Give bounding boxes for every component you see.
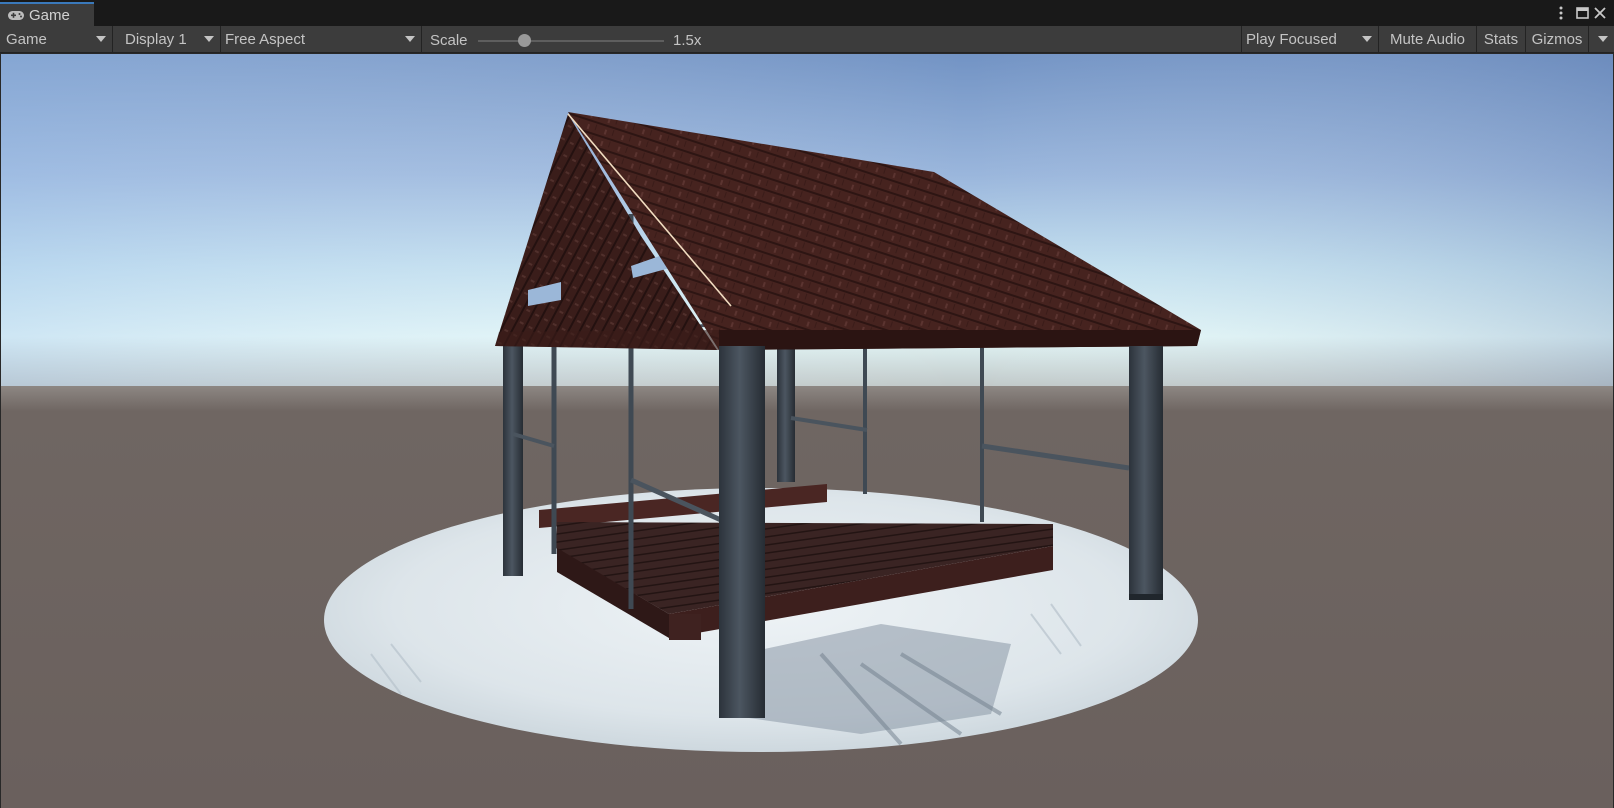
play-mode-dropdown[interactable]: Play Focused bbox=[1242, 26, 1378, 52]
aspect-label: Free Aspect bbox=[225, 30, 306, 48]
tab-bar: Game bbox=[0, 0, 1614, 26]
display-label: Display 1 bbox=[125, 30, 187, 48]
scale-slider-thumb[interactable] bbox=[518, 34, 531, 47]
scale-value: 1.5x bbox=[673, 31, 702, 49]
chevron-down-icon bbox=[405, 36, 415, 42]
gizmos-label: Gizmos bbox=[1531, 30, 1583, 48]
chevron-down-icon bbox=[1598, 36, 1608, 42]
view-mode-dropdown[interactable]: Game bbox=[0, 26, 112, 52]
maximize-icon[interactable] bbox=[1574, 4, 1590, 22]
game-viewport[interactable] bbox=[1, 54, 1613, 808]
view-mode-label: Game bbox=[6, 30, 47, 48]
scale-label: Scale bbox=[430, 31, 468, 49]
gamepad-icon bbox=[8, 10, 24, 20]
stats-button[interactable]: Stats bbox=[1477, 26, 1525, 52]
chevron-down-icon bbox=[1362, 36, 1372, 42]
aspect-dropdown[interactable]: Free Aspect bbox=[221, 26, 421, 52]
mute-audio-label: Mute Audio bbox=[1389, 30, 1466, 48]
scale-slider-track[interactable] bbox=[478, 40, 664, 42]
stats-label: Stats bbox=[1483, 30, 1519, 48]
game-render bbox=[1, 54, 1613, 808]
display-dropdown[interactable]: Display 1 bbox=[116, 26, 220, 52]
chevron-down-icon bbox=[96, 36, 106, 42]
close-icon[interactable] bbox=[1592, 4, 1608, 22]
mute-audio-button[interactable]: Mute Audio bbox=[1379, 26, 1476, 52]
kebab-menu-icon[interactable] bbox=[1556, 4, 1566, 22]
chevron-down-icon bbox=[204, 36, 214, 42]
play-mode-label: Play Focused bbox=[1246, 30, 1337, 48]
tab-label: Game bbox=[29, 6, 70, 24]
gizmos-dropdown[interactable] bbox=[1589, 26, 1614, 52]
gizmos-button[interactable]: Gizmos bbox=[1526, 26, 1588, 52]
tab-game[interactable]: Game bbox=[0, 2, 94, 26]
